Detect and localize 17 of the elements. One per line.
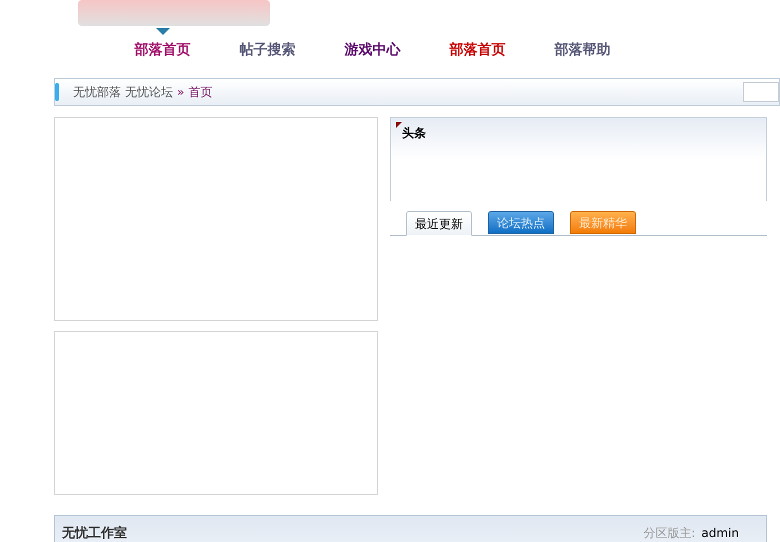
corner-icon <box>396 122 402 128</box>
headline-title: 头条 <box>402 125 426 142</box>
section-title: 无忧工作室 <box>62 524 127 542</box>
breadcrumb-current: 首页 <box>188 84 212 101</box>
nav-link[interactable]: 部落帮助 <box>554 40 610 61</box>
tab[interactable]: 最近更新 <box>406 211 472 236</box>
accent-mark <box>55 83 59 101</box>
nav-link[interactable]: 帖子搜索 <box>240 40 296 61</box>
moderator-label: 分区版主: <box>643 525 696 542</box>
nav-link[interactable]: 部落首页 <box>450 40 506 61</box>
nav-link[interactable]: 游戏中心 <box>344 40 400 61</box>
breadcrumb-separator: » <box>177 84 184 101</box>
breadcrumb-link[interactable]: 无忧部落 <box>73 83 121 101</box>
search-field[interactable] <box>743 82 779 102</box>
breadcrumb-link[interactable]: 无忧论坛 <box>125 83 173 101</box>
moderator-link[interactable]: admin <box>701 524 739 542</box>
nav-link[interactable]: 部落首页 <box>134 40 190 61</box>
